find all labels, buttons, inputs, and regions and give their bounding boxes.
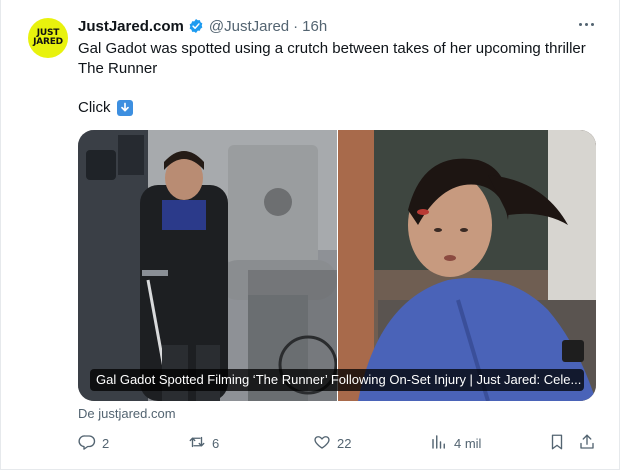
avatar[interactable]: JUST JARED xyxy=(28,18,68,58)
tweet-text-line-2: The Runner xyxy=(78,60,158,77)
bookmark-button[interactable] xyxy=(548,432,566,454)
action-bar: 2 6 22 4 mil xyxy=(0,432,620,454)
views-button[interactable]: 4 mil xyxy=(430,432,481,454)
views-count: 4 mil xyxy=(454,435,482,451)
card-photo-right xyxy=(338,130,596,401)
handle[interactable]: @JustJared xyxy=(209,18,289,35)
link-card[interactable]: Gal Gadot Spotted Filming ‘The Runner’ F… xyxy=(78,130,596,401)
tweet-header: JustJared.com @JustJared · 16h xyxy=(78,16,327,36)
tweet[interactable]: JUST JARED JustJared.com @JustJared · 16… xyxy=(0,0,620,470)
retweet-icon xyxy=(188,433,206,454)
like-count: 22 xyxy=(337,435,352,451)
views-icon xyxy=(430,433,448,454)
click-text: Click xyxy=(78,99,111,116)
timestamp[interactable]: 16h xyxy=(302,18,327,35)
like-icon xyxy=(313,433,331,454)
retweet-count: 6 xyxy=(212,435,220,451)
card-caption: Gal Gadot Spotted Filming ‘The Runner’ F… xyxy=(90,369,584,391)
reply-button[interactable]: 2 xyxy=(78,432,109,454)
avatar-text-bottom: JARED xyxy=(33,37,63,47)
bookmark-icon xyxy=(548,433,566,454)
share-button[interactable] xyxy=(578,432,596,454)
reply-icon xyxy=(78,433,96,454)
display-name[interactable]: JustJared.com xyxy=(78,18,184,35)
arrow-down-emoji-icon xyxy=(116,100,133,116)
tweet-text: Gal Gadot was spotted using a crutch bet… xyxy=(78,39,598,79)
like-button[interactable]: 22 xyxy=(313,432,351,454)
verified-badge-icon xyxy=(188,18,204,34)
separator-dot: · xyxy=(293,17,299,35)
card-source[interactable]: De justjared.com xyxy=(78,406,176,422)
reply-count: 2 xyxy=(102,435,110,451)
tweet-text-line-1: Gal Gadot was spotted using a crutch bet… xyxy=(78,40,586,57)
card-photo-left xyxy=(78,130,337,401)
more-icon[interactable] xyxy=(576,16,596,32)
click-line: Click xyxy=(78,98,133,118)
share-icon xyxy=(578,433,596,454)
retweet-button[interactable]: 6 xyxy=(188,432,219,454)
